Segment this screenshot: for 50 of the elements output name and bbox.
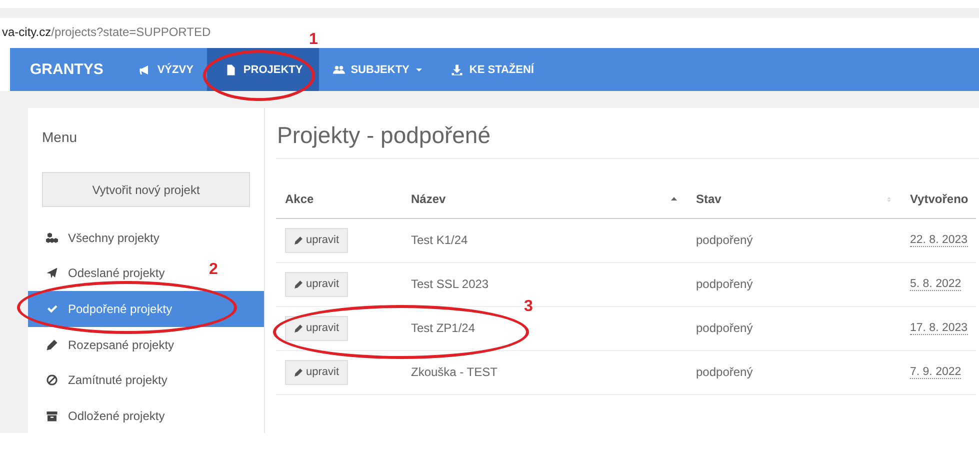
sidebar-item[interactable]: Odložené projekty [28, 398, 173, 434]
project-state: podpořený [696, 321, 753, 335]
created-date: 22. 8. 2023 [910, 234, 968, 247]
brand-logo[interactable]: GRANTYS [10, 48, 126, 91]
paper-plane-icon [46, 267, 58, 280]
project-name: Zkouška - TEST [411, 365, 498, 379]
sidebar-item[interactable]: Zamítnuté projekty [28, 362, 176, 398]
column-header[interactable]: Název [402, 180, 687, 218]
created-date: 5. 8. 2022 [910, 278, 962, 291]
column-header[interactable]: Stav [687, 180, 901, 218]
project-name: Test K1/24 [411, 233, 468, 247]
menu-title: Menu [41, 128, 78, 146]
cubes-icon [46, 232, 58, 244]
pencil-icon [294, 324, 303, 332]
pencil-icon [294, 280, 303, 288]
pencil-icon [294, 236, 303, 244]
edit-button[interactable]: upravit [285, 228, 348, 252]
created-date: 17. 8. 2023 [910, 322, 968, 335]
column-header[interactable]: Vytvořeno [901, 180, 976, 218]
column-header[interactable]: Akce [276, 180, 402, 218]
edit-button[interactable]: upravit [285, 316, 348, 340]
sidebar-item[interactable]: Všechny projekty [28, 220, 168, 256]
nav-tab[interactable]: KE STAŽENÍ [437, 48, 548, 91]
sidebar-item[interactable]: Podpořené projekty [28, 291, 264, 327]
archive-icon [46, 410, 58, 422]
edit-button[interactable]: upravit [285, 360, 348, 384]
nav-tab[interactable]: PROJEKTY [207, 48, 319, 91]
project-state: podpořený [696, 233, 753, 247]
project-name: Test ZP1/24 [411, 321, 476, 335]
project-state: podpořený [696, 277, 753, 291]
check-icon [46, 302, 58, 315]
edit-button[interactable]: upravit [285, 272, 348, 296]
sidebar-item[interactable]: Odeslané projekty [28, 256, 173, 292]
nav-tab[interactable]: VÝZVY [125, 48, 208, 91]
download-icon [451, 64, 464, 76]
pencil-icon [294, 368, 303, 376]
project-name: Test SSL 2023 [411, 277, 489, 291]
created-date: 7. 9. 2022 [910, 366, 962, 379]
nav-tab[interactable]: SUBJEKTY [318, 48, 438, 91]
new-project-button[interactable]: Vytvořit nový projekt [42, 172, 250, 207]
ban-icon [46, 374, 58, 386]
annotation-number: 1 [309, 31, 318, 49]
annotation-number: 2 [209, 261, 218, 279]
file-icon [225, 64, 238, 76]
url-text[interactable]: va-city.cz/projects?state=SUPPORTED [2, 24, 211, 38]
project-state: podpořený [696, 365, 753, 379]
pencil-icon [46, 338, 58, 351]
annotation-number: 3 [524, 298, 533, 316]
page-heading: Projekty - podpořené [276, 121, 492, 150]
users-icon [332, 64, 345, 76]
